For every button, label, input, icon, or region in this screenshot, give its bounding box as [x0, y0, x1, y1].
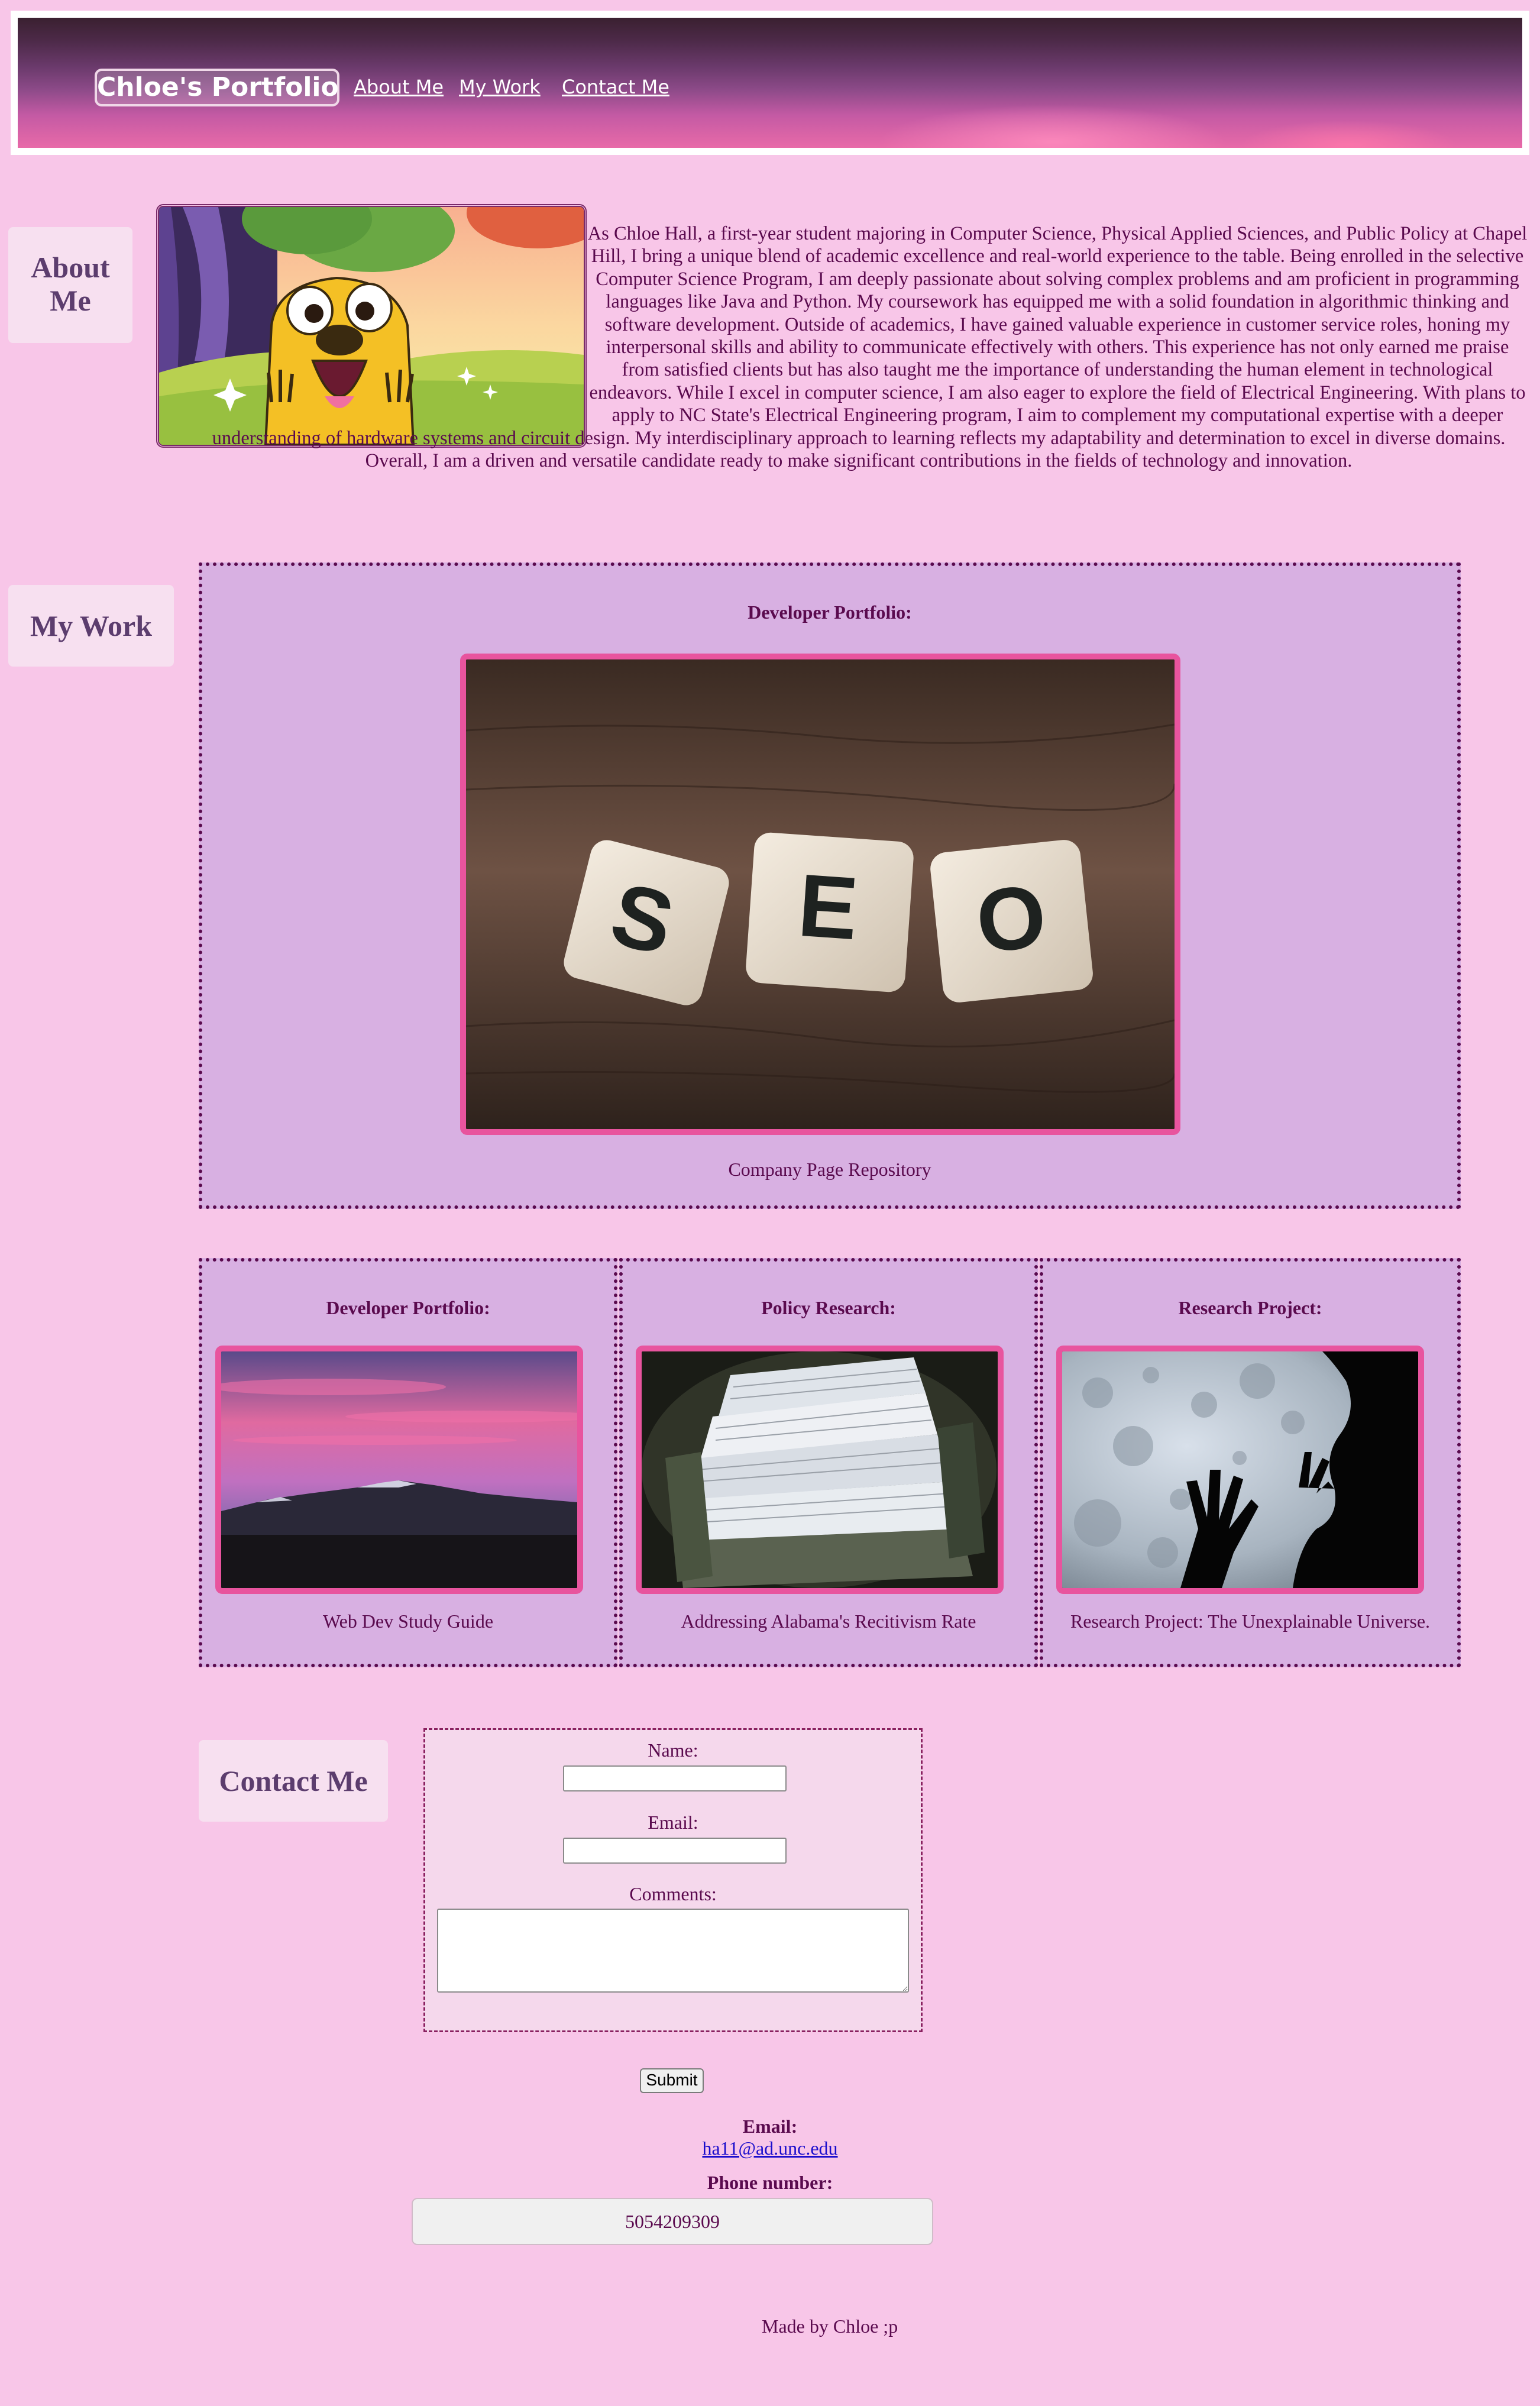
email-link[interactable]: ha11@ad.unc.edu [0, 2137, 1540, 2159]
tile-letter-o: O [972, 865, 1051, 971]
work-card-research: Research Project: Research Project: The … [1040, 1258, 1461, 1667]
card-caption: Research Project: The Unexplainable Univ… [1070, 1611, 1431, 1632]
nav-link-contact[interactable]: Contact Me [562, 76, 669, 98]
binders-stack-image[interactable] [636, 1346, 1004, 1594]
contact-form: Name: Email: Comments: [423, 1728, 923, 2032]
card-heading: Policy Research: [761, 1297, 896, 1318]
work-title: My Work [8, 585, 174, 667]
name-field[interactable] [563, 1765, 787, 1791]
about-image-spacer [156, 222, 587, 426]
card-heading: Research Project: [1178, 1297, 1322, 1318]
card-caption: Web Dev Study Guide [322, 1611, 494, 1632]
featured-card-caption: Company Page Repository [728, 1159, 931, 1180]
comments-textarea[interactable] [437, 1909, 909, 1993]
brand-logo[interactable]: Chloe's Portfolio [95, 69, 339, 106]
email-field[interactable] [563, 1838, 787, 1864]
submit-button[interactable]: Submit [640, 2068, 704, 2093]
contact-phone-heading: Phone number: [707, 2172, 833, 2193]
email-label: Email: [648, 1812, 698, 1833]
work-card-policy: Policy Research: Addressing Alabama's Re… [619, 1258, 1038, 1667]
card-caption: Addressing Alabama's Recitivism Rate [681, 1611, 976, 1632]
name-label: Name: [648, 1739, 698, 1761]
mountain-sunset-image[interactable] [215, 1346, 583, 1594]
tile-letter-e: E [795, 855, 861, 959]
card-heading: Developer Portfolio: [326, 1297, 490, 1318]
nav-link-about[interactable]: About Me [354, 76, 444, 98]
seo-tiles-image[interactable]: S E O [460, 654, 1180, 1135]
about-description: As Chloe Hall, a first-year student majo… [189, 222, 1528, 472]
about-title: About Me [8, 227, 132, 343]
footer-credit: Made by Chloe ;p [762, 2316, 898, 2337]
featured-work-card: Developer Portfolio: S E O Company Page … [199, 562, 1461, 1209]
comments-label: Comments: [629, 1883, 717, 1904]
moon-silhouette-image[interactable] [1056, 1346, 1424, 1594]
site-header: Chloe's Portfolio About Me My Work Conta… [11, 11, 1529, 155]
featured-card-heading: Developer Portfolio: [748, 602, 912, 623]
contact-email-heading: Email: [742, 2116, 798, 2137]
contact-title: Contact Me [199, 1740, 388, 1822]
work-card-web-dev: Developer Portfolio: Web Dev Study Guide [199, 1258, 617, 1667]
nav-link-work[interactable]: My Work [459, 76, 541, 98]
phone-number-box: 5054209309 [412, 2198, 933, 2245]
